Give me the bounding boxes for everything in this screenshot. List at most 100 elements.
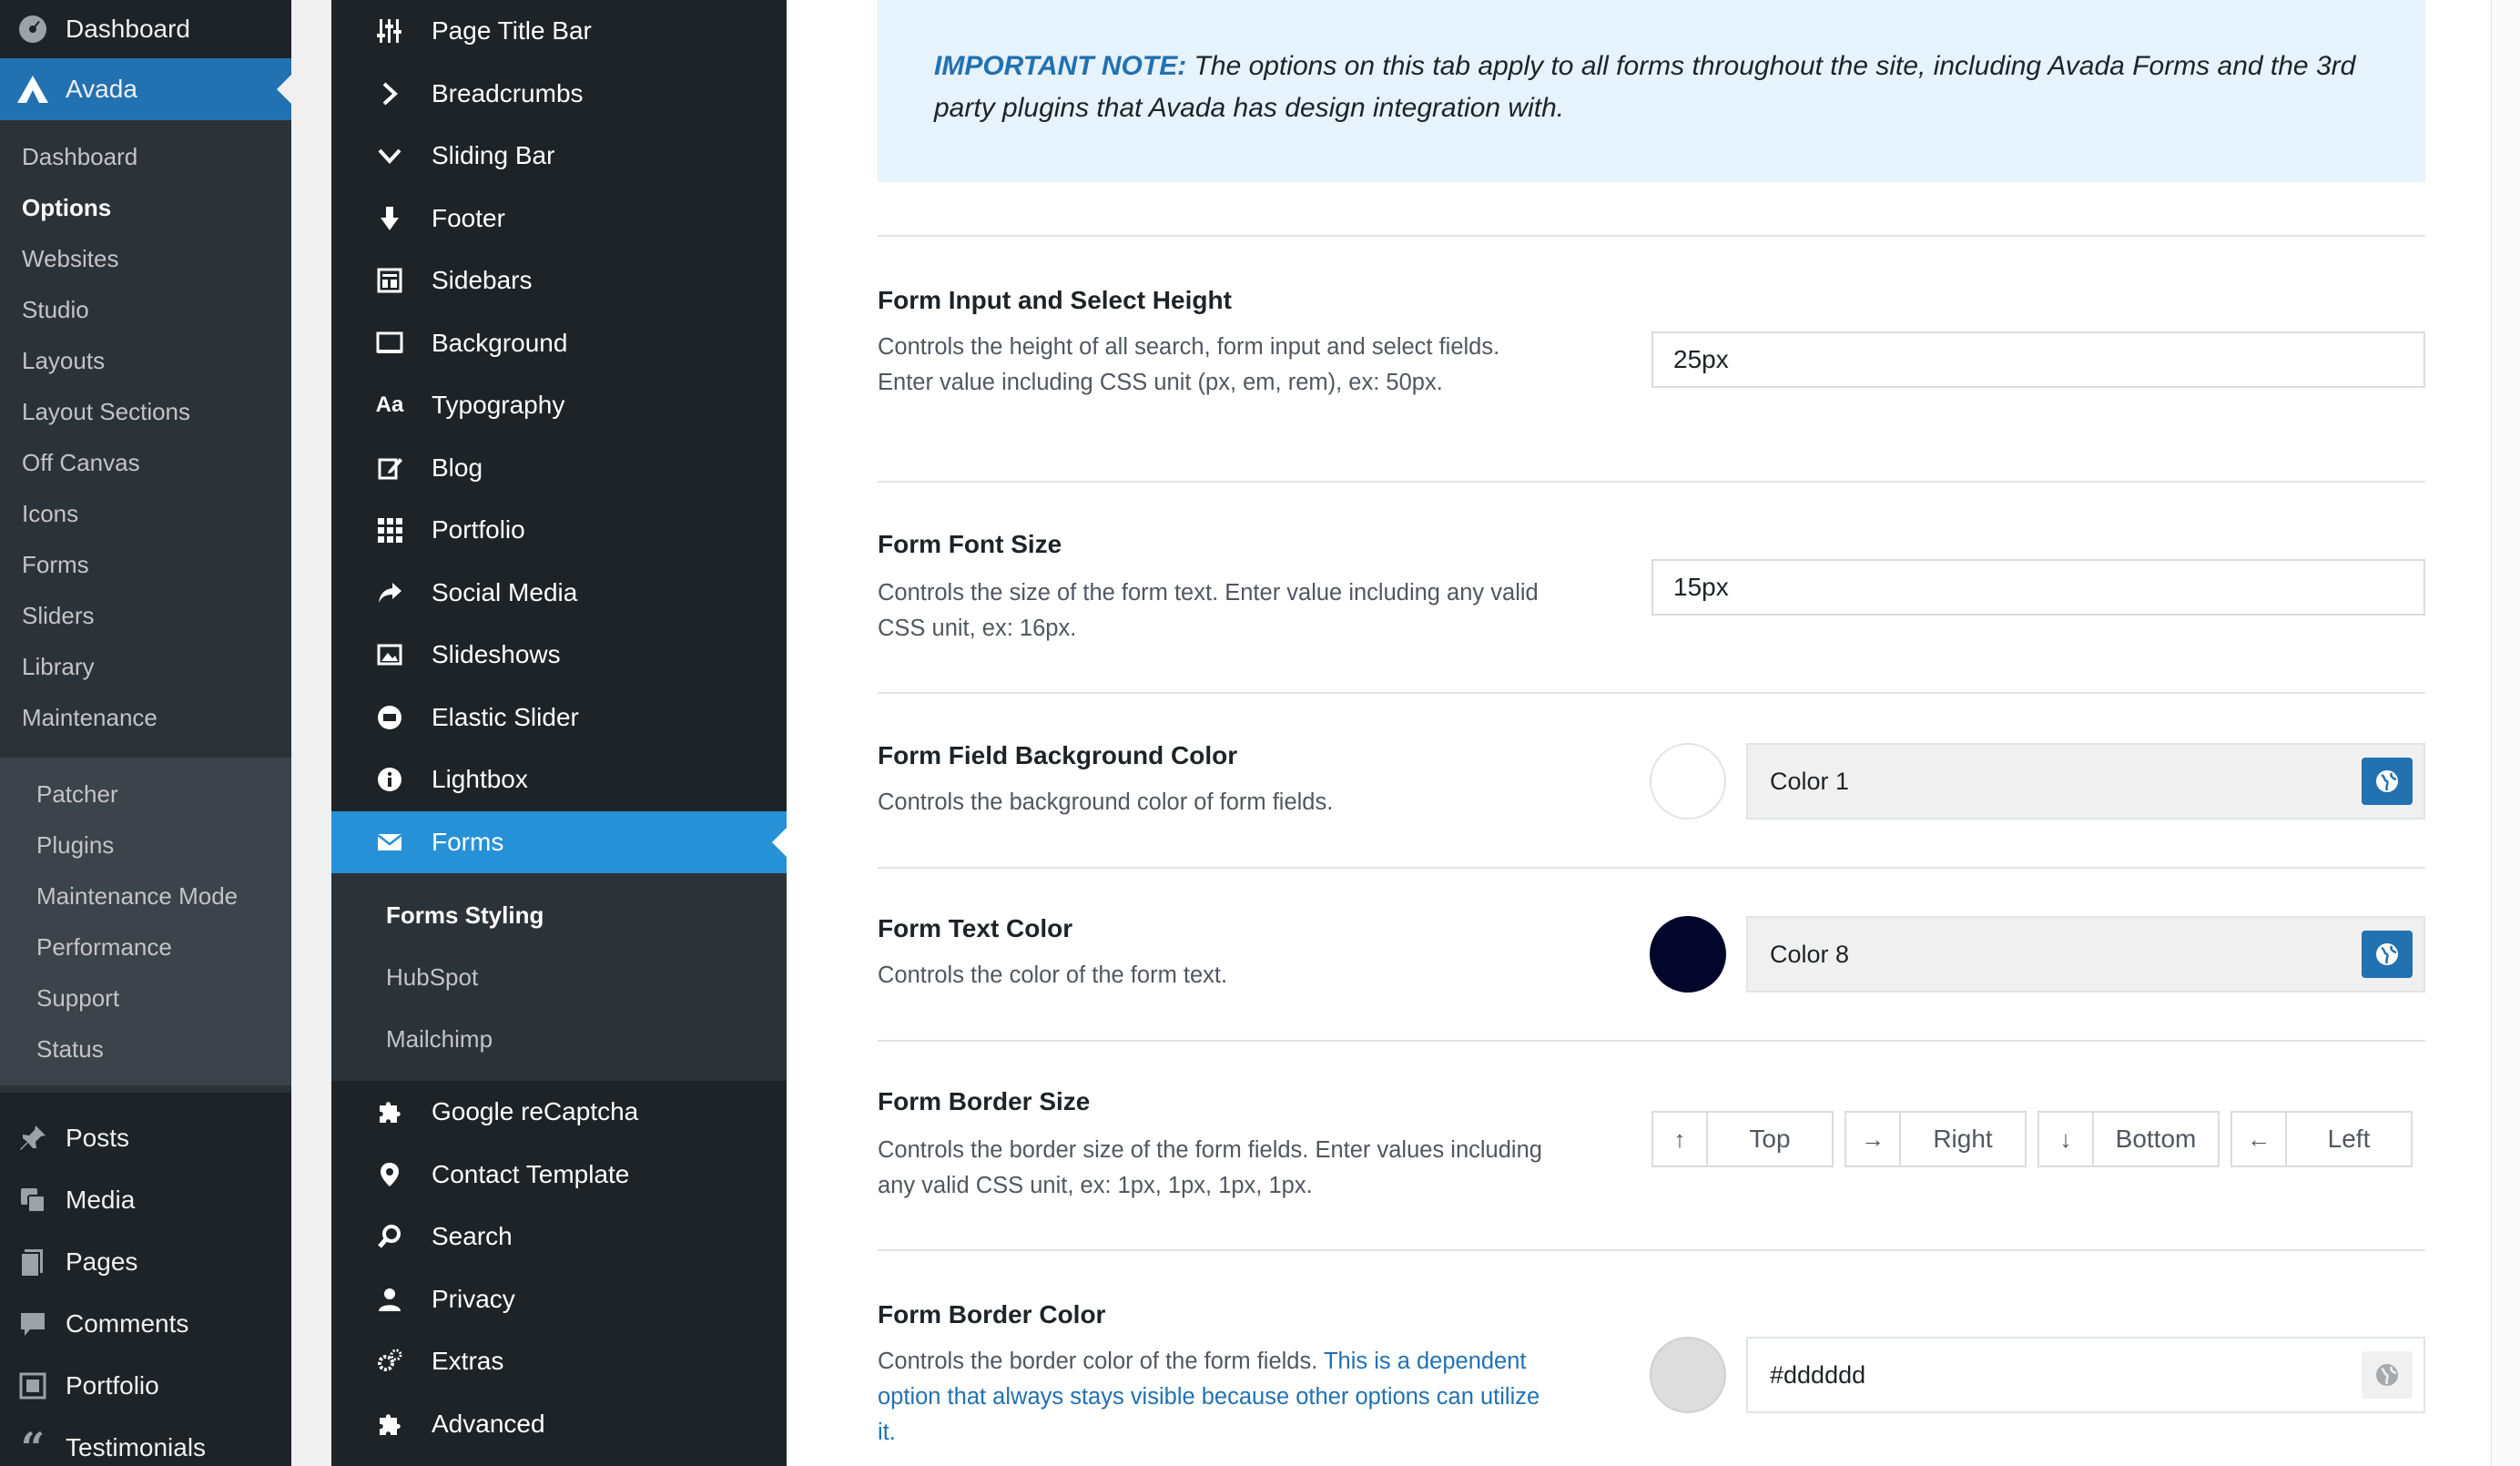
comment-icon [0, 1308, 66, 1339]
wp-menu-dashboard-label: Dashboard [66, 15, 190, 43]
option-border-size: Form Border Size Controls the border siz… [878, 1040, 2425, 1249]
av-menu-label: Blog [432, 453, 483, 482]
wp-menu-comments-label: Comments [66, 1309, 189, 1338]
maint-sub-performance[interactable]: Performance [0, 921, 291, 972]
envelope-icon [331, 829, 432, 856]
border-color-field[interactable]: #dddddd [1746, 1337, 2425, 1413]
maint-sub-support[interactable]: Support [0, 972, 291, 1023]
av-menu-breadcrumbs[interactable]: Breadcrumbs [331, 63, 787, 126]
option-title: Form Border Color [878, 1300, 1106, 1329]
global-color-button[interactable] [2362, 931, 2413, 978]
av-menu-typography[interactable]: Aa Typography [331, 374, 787, 437]
options-panel: IMPORTANT NOTE: The options on this tab … [787, 0, 2520, 1466]
user-icon [331, 1286, 432, 1313]
avada-sub-icons[interactable]: Icons [0, 488, 291, 539]
avada-sub-options[interactable]: Options [0, 182, 291, 233]
av-menu-background[interactable]: Background [331, 312, 787, 375]
maintenance-submenu: Patcher Plugins Maintenance Mode Perform… [0, 758, 291, 1085]
forms-sub-mailchimp[interactable]: Mailchimp [331, 1008, 787, 1070]
scrollbar[interactable] [2491, 0, 2520, 1466]
forms-sub-hubspot[interactable]: HubSpot [331, 946, 787, 1008]
chevron-down-icon [331, 142, 432, 169]
wp-menu-media[interactable]: Media [0, 1169, 291, 1231]
maint-sub-maintenance-mode[interactable]: Maintenance Mode [0, 870, 291, 921]
border-top-placeholder: Top [1749, 1125, 1791, 1153]
av-menu-google-recaptcha[interactable]: Google reCaptcha [331, 1081, 787, 1144]
maint-sub-patcher[interactable]: Patcher [0, 769, 291, 820]
av-menu-label: Extras [432, 1347, 504, 1376]
av-menu-search[interactable]: Search [331, 1206, 787, 1268]
maint-sub-status[interactable]: Status [0, 1023, 291, 1074]
sidebar-icon [331, 267, 432, 294]
av-menu-forms[interactable]: Forms [331, 810, 787, 873]
forms-sub-styling[interactable]: Forms Styling [331, 884, 787, 946]
avada-options-menu: Page Title Bar Breadcrumbs Sliding Bar F… [331, 0, 787, 1466]
maint-sub-plugins[interactable]: Plugins [0, 820, 291, 870]
arrow-left-icon: ← [2232, 1113, 2287, 1166]
wp-menu-pages[interactable]: Pages [0, 1231, 291, 1293]
grid-icon [331, 516, 432, 544]
border-top-field[interactable]: ↑ Top [1651, 1111, 1834, 1167]
search-icon [331, 1223, 432, 1250]
option-font-size: Form Font Size Controls the size of the … [878, 481, 2425, 692]
avada-sub-dashboard[interactable]: Dashboard [0, 131, 291, 182]
pin-icon [0, 1123, 66, 1154]
border-bottom-field[interactable]: ↓ Bottom [2037, 1111, 2220, 1167]
av-menu-lightbox[interactable]: Lightbox [331, 748, 787, 811]
text-color-swatch[interactable] [1650, 916, 1726, 993]
av-menu-advanced[interactable]: Advanced [331, 1393, 787, 1456]
pages-icon [0, 1247, 66, 1278]
wp-menu-portfolio[interactable]: Portfolio [0, 1355, 291, 1417]
bg-color-swatch[interactable] [1650, 743, 1726, 820]
av-menu-footer[interactable]: Footer [331, 188, 787, 250]
option-border-color: Form Border Color Controls the border co… [878, 1249, 2425, 1466]
wp-menu-comments[interactable]: Comments [0, 1293, 291, 1355]
av-menu-label: Social Media [432, 577, 578, 606]
bg-color-field[interactable]: Color 1 [1746, 743, 2425, 820]
av-menu-label: Elastic Slider [432, 702, 579, 731]
forms-submenu: Forms Styling HubSpot Mailchimp [331, 873, 787, 1081]
input-height-field[interactable]: 25px [1651, 331, 2425, 388]
global-color-button[interactable] [2362, 1351, 2413, 1399]
map-pin-icon [331, 1161, 432, 1188]
av-menu-privacy[interactable]: Privacy [331, 1268, 787, 1331]
av-menu-extras[interactable]: Extras [331, 1330, 787, 1393]
wp-menu-avada[interactable]: Avada [0, 58, 291, 120]
avada-sub-studio[interactable]: Studio [0, 284, 291, 335]
border-right-field[interactable]: → Right [1844, 1111, 2027, 1167]
av-menu-elastic-slider[interactable]: Elastic Slider [331, 687, 787, 749]
av-menu-sidebars[interactable]: Sidebars [331, 249, 787, 312]
avada-sub-layouts[interactable]: Layouts [0, 335, 291, 386]
share-icon [331, 579, 432, 606]
text-color-value: Color 8 [1770, 941, 1850, 968]
wp-menu-pages-label: Pages [66, 1247, 138, 1276]
av-menu-page-title-bar[interactable]: Page Title Bar [331, 0, 787, 63]
border-color-value: #dddddd [1770, 1361, 1866, 1389]
font-size-field[interactable]: 15px [1651, 559, 2425, 616]
option-desc: Controls the background color of form fi… [878, 789, 1334, 815]
avada-sub-websites[interactable]: Websites [0, 233, 291, 284]
av-menu-blog[interactable]: Blog [331, 437, 787, 500]
border-left-field[interactable]: ← Left [2230, 1111, 2413, 1167]
av-menu-label: Typography [432, 391, 565, 420]
global-color-button[interactable] [2362, 758, 2413, 805]
av-menu-sliding-bar[interactable]: Sliding Bar [331, 125, 787, 188]
avada-sub-sliders[interactable]: Sliders [0, 590, 291, 641]
wp-menu-portfolio-label: Portfolio [66, 1371, 159, 1400]
avada-sub-forms[interactable]: Forms [0, 539, 291, 590]
avada-sub-off-canvas[interactable]: Off Canvas [0, 437, 291, 488]
avada-sub-library[interactable]: Library [0, 641, 291, 692]
av-menu-portfolio[interactable]: Portfolio [331, 499, 787, 562]
border-left-placeholder: Left [2327, 1125, 2371, 1153]
wp-menu-posts[interactable]: Posts [0, 1107, 291, 1169]
text-color-field[interactable]: Color 8 [1746, 916, 2425, 993]
av-lower-menu: Google reCaptcha Contact Template Search… [331, 1081, 787, 1455]
avada-sub-maintenance[interactable]: Maintenance [0, 692, 291, 743]
av-menu-social-media[interactable]: Social Media [331, 562, 787, 625]
av-menu-contact-template[interactable]: Contact Template [331, 1144, 787, 1206]
wp-menu-testimonials[interactable]: “ Testimonials [0, 1417, 291, 1466]
border-color-swatch[interactable] [1650, 1337, 1726, 1413]
wp-menu-dashboard[interactable]: Dashboard [0, 0, 291, 58]
avada-sub-layout-sections[interactable]: Layout Sections [0, 386, 291, 437]
av-menu-slideshows[interactable]: Slideshows [331, 624, 787, 687]
